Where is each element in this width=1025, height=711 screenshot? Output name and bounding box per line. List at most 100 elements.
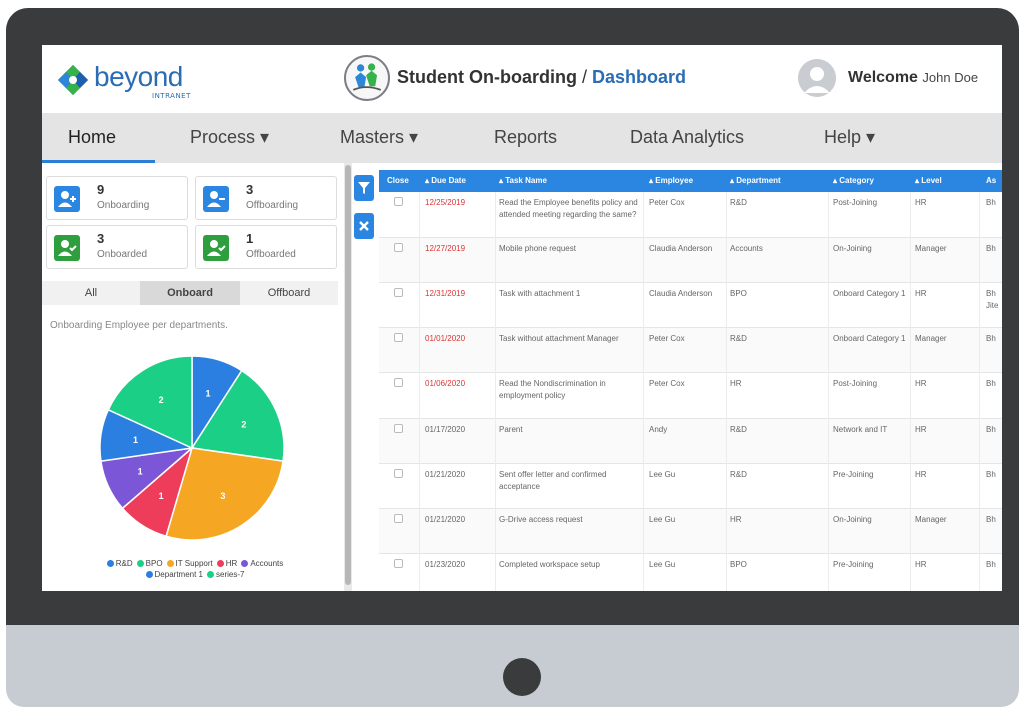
user-name[interactable]: John Doe	[922, 70, 978, 85]
category-cell: Pre-Joining	[833, 470, 874, 479]
stat-card-offboarded[interactable]: 1 Offboarded	[195, 225, 337, 269]
level-cell: HR	[915, 379, 927, 388]
table-row[interactable]: 12/27/2019 Mobile phone request Claudia An…	[379, 238, 1002, 283]
legend-item[interactable]: Accounts	[237, 559, 283, 568]
nav-process[interactable]: Process ▾	[190, 127, 269, 148]
column-divider	[979, 554, 980, 591]
tab-offboard[interactable]: Offboard	[240, 281, 338, 305]
legend-item[interactable]: HR	[213, 559, 238, 568]
close-checkbox[interactable]	[394, 378, 403, 387]
close-checkbox[interactable]	[394, 559, 403, 568]
task-name-cell: G-Drive access request	[499, 515, 583, 524]
slice-label: 1	[138, 467, 143, 477]
close-checkbox[interactable]	[394, 424, 403, 433]
scroll-thumb[interactable]	[345, 165, 351, 585]
panel-scrollbar[interactable]	[344, 163, 352, 591]
task-name-cell: Completed workspace setup	[499, 560, 600, 569]
department-cell: R&D	[730, 334, 747, 343]
legend-label: IT Support	[175, 559, 213, 568]
stat-card-onboarded[interactable]: 3 Onboarded	[46, 225, 188, 269]
stat-label: Offboarded	[246, 249, 296, 260]
column-divider	[828, 238, 829, 283]
nav-data-analytics[interactable]: Data Analytics	[630, 127, 744, 148]
column-divider	[979, 192, 980, 238]
nav-help[interactable]: Help ▾	[824, 127, 875, 148]
col-task-name[interactable]: ▴ Task Name	[499, 170, 639, 192]
col-department[interactable]: ▴ Department	[730, 170, 830, 192]
employee-cell: Peter Cox	[649, 198, 685, 207]
col-employee[interactable]: ▴ Employee	[649, 170, 729, 192]
page-title: Student On-boarding / Dashboard	[397, 67, 686, 88]
task-name-cell: Task without attachment Manager	[499, 334, 619, 343]
nav-masters[interactable]: Masters ▾	[340, 127, 418, 148]
legend-item[interactable]: Department 1	[142, 570, 203, 579]
table-row[interactable]: 01/01/2020 Task without attachment Manage…	[379, 328, 1002, 373]
app-header: beyond INTRANET Student On-boarding / Da…	[42, 45, 1002, 113]
logo[interactable]: beyond INTRANET	[56, 57, 226, 101]
nav-reports[interactable]: Reports	[494, 127, 557, 148]
filter-button[interactable]	[354, 175, 374, 201]
slice-label: 3	[220, 491, 225, 501]
close-checkbox[interactable]	[394, 288, 403, 297]
stat-number: 3	[246, 182, 254, 197]
legend-item[interactable]: IT Support	[163, 559, 213, 568]
clear-filter-button[interactable]	[354, 213, 374, 239]
employee-cell: Lee Gu	[649, 515, 676, 524]
column-divider	[419, 419, 420, 464]
category-cell: Onboard Category 1	[833, 334, 906, 343]
stat-card-offboarding[interactable]: 3 Offboarding	[195, 176, 337, 220]
close-checkbox[interactable]	[394, 243, 403, 252]
table-row[interactable]: 01/21/2020 G-Drive access request Lee Gu HR…	[379, 509, 1002, 554]
table-row[interactable]: 01/21/2020 Sent offer letter and confirme…	[379, 464, 1002, 509]
col-category[interactable]: ▴ Category	[833, 170, 908, 192]
close-checkbox[interactable]	[394, 514, 403, 523]
col-assignee[interactable]: As	[986, 170, 1002, 192]
due-date-cell: 01/01/2020	[425, 334, 466, 343]
table-row[interactable]: 01/17/2020 Parent Andy R&D Network and IT HR B…	[379, 419, 1002, 464]
legend-item[interactable]: series-7	[203, 570, 244, 579]
employee-cell: Peter Cox	[649, 334, 685, 343]
table-row[interactable]: 12/25/2019 Read the Employee benefits pol…	[379, 192, 1002, 238]
column-divider	[910, 554, 911, 591]
department-cell: R&D	[730, 198, 747, 207]
breadcrumb-dashboard[interactable]: Dashboard	[592, 67, 686, 87]
department-cell: R&D	[730, 425, 747, 434]
column-divider	[979, 509, 980, 554]
legend-label: HR	[225, 559, 238, 568]
department-cell: Accounts	[730, 244, 763, 253]
table-row[interactable]: 01/23/2020 Completed workspace setup Lee G…	[379, 554, 1002, 591]
task-name-cell: Mobile phone request	[499, 244, 576, 253]
column-divider	[726, 373, 727, 419]
tab-all[interactable]: All	[42, 281, 140, 305]
tab-onboard[interactable]: Onboard	[140, 281, 240, 305]
due-date-cell: 12/25/2019	[425, 198, 466, 207]
column-divider	[643, 464, 644, 509]
close-checkbox[interactable]	[394, 197, 403, 206]
col-due-date[interactable]: ▴ Due Date	[425, 170, 495, 192]
table-row[interactable]: 01/06/2020 Read the Nondiscrimination in …	[379, 373, 1002, 419]
level-cell: Manager	[915, 334, 947, 343]
level-cell: HR	[915, 470, 927, 479]
stat-card-onboarding[interactable]: 9 Onboarding	[46, 176, 188, 220]
task-name-cell: Sent offer letter and confirmed acceptan…	[499, 470, 607, 491]
column-divider	[979, 283, 980, 328]
legend-item[interactable]: R&D	[103, 559, 133, 568]
column-divider	[828, 328, 829, 373]
nav-home[interactable]: Home	[68, 127, 116, 148]
legend-item[interactable]: BPO	[133, 559, 163, 568]
close-checkbox[interactable]	[394, 333, 403, 342]
task-table: Close ▴ Due Date ▴ Task Name ▴ Employee …	[379, 170, 1002, 591]
close-checkbox[interactable]	[394, 469, 403, 478]
task-name-cell: Parent	[499, 425, 523, 434]
column-divider	[419, 554, 420, 591]
legend-label: BPO	[145, 559, 163, 568]
avatar[interactable]	[798, 59, 836, 97]
col-level[interactable]: ▴ Level	[915, 170, 975, 192]
table-row[interactable]: 12/31/2019 Task with attachment 1 Claudia …	[379, 283, 1002, 328]
stat-label: Offboarding	[246, 200, 299, 211]
column-divider	[910, 328, 911, 373]
column-divider	[828, 419, 829, 464]
column-divider	[910, 192, 911, 238]
column-divider	[495, 419, 496, 464]
col-close[interactable]: Close	[387, 170, 417, 192]
